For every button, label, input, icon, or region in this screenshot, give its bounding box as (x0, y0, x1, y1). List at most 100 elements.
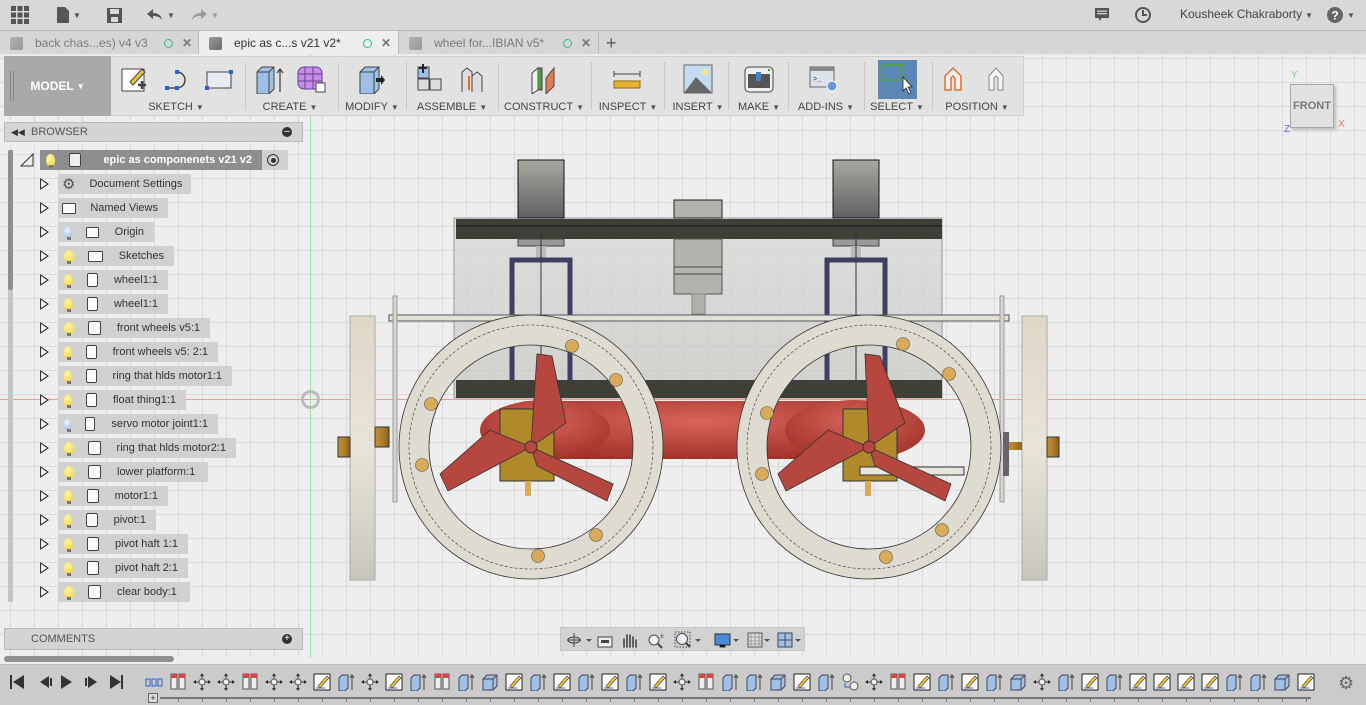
viewcube-face-front[interactable]: FRONT (1293, 100, 1331, 112)
timeline-move-icon[interactable] (217, 673, 235, 691)
timeline-extrude-icon[interactable] (1249, 673, 1267, 691)
timeline-box-icon[interactable] (769, 673, 787, 691)
expand-triangle-icon[interactable] (40, 490, 49, 502)
horizontal-scrollbar[interactable] (4, 656, 174, 662)
visibility-bulb-icon[interactable] (64, 346, 72, 360)
timeline-rigid-group-icon[interactable] (697, 673, 715, 691)
timeline-rigid-group-icon[interactable] (241, 673, 259, 691)
pan-icon[interactable] (623, 634, 637, 648)
display-settings-icon[interactable] (714, 633, 739, 648)
timeline-extrude-icon[interactable] (721, 673, 739, 691)
timeline-box-icon[interactable] (481, 673, 499, 691)
browser-scrollbar[interactable] (8, 150, 13, 602)
timeline-settings-gear-icon[interactable]: ⚙ (1338, 673, 1354, 694)
visibility-bulb-icon[interactable] (64, 370, 72, 384)
form-icon[interactable] (296, 64, 326, 94)
timeline-extrude-icon[interactable] (337, 673, 355, 691)
measure-icon[interactable] (612, 64, 642, 94)
timeline-extrude-icon[interactable] (1225, 673, 1243, 691)
visibility-bulb-icon[interactable] (64, 562, 74, 576)
visibility-bulb-icon[interactable] (64, 274, 73, 288)
timeline-sketch-icon[interactable] (913, 673, 931, 691)
timeline-extrude-icon[interactable] (817, 673, 835, 691)
browser-item[interactable]: pivot:1 (40, 510, 156, 530)
timeline-sketch-icon[interactable] (1297, 673, 1315, 691)
timeline-move-icon[interactable] (193, 673, 211, 691)
timeline-sketch-icon[interactable] (313, 673, 331, 691)
expand-triangle-icon[interactable] (40, 322, 49, 334)
visibility-bulb-icon[interactable] (64, 250, 74, 264)
visibility-bulb-icon[interactable] (64, 538, 74, 552)
expand-triangle-icon[interactable] (40, 274, 49, 286)
timeline-move-icon[interactable] (1033, 673, 1051, 691)
browser-item[interactable]: lower platform:1 (40, 462, 208, 482)
timeline-box-icon[interactable] (1009, 673, 1027, 691)
press-pull-icon[interactable] (356, 64, 386, 94)
select-button[interactable] (878, 60, 917, 99)
close-tab-icon[interactable]: ✕ (381, 36, 391, 50)
timeline-sketch-icon[interactable] (793, 673, 811, 691)
visibility-bulb-icon[interactable] (46, 154, 56, 168)
scripts-icon[interactable]: >_ (809, 64, 839, 94)
new-component-icon[interactable] (414, 64, 444, 94)
step-forward-icon[interactable] (85, 676, 97, 688)
timeline-extrude-icon[interactable] (577, 673, 595, 691)
joint-icon[interactable] (456, 64, 486, 94)
timeline-joint-icon[interactable] (841, 673, 859, 691)
collapse-browser-icon[interactable]: ◀◀ (11, 127, 25, 138)
expand-triangle-icon[interactable] (40, 298, 49, 310)
browser-item[interactable]: float thing1:1 (40, 390, 186, 410)
expand-triangle-icon[interactable] (40, 226, 49, 238)
timeline-extrude-icon[interactable] (745, 673, 763, 691)
capture-position-icon[interactable] (941, 64, 971, 94)
timeline-extrude-icon[interactable] (1057, 673, 1075, 691)
timeline-extrude-icon[interactable] (1105, 673, 1123, 691)
create-sketch-icon[interactable] (120, 64, 150, 94)
skip-to-end-icon[interactable] (110, 675, 123, 689)
browser-item[interactable]: ring that hlds motor1:1 (40, 366, 232, 386)
expand-triangle-icon[interactable] (40, 466, 49, 478)
expand-triangle-icon[interactable] (40, 178, 49, 190)
insert-menu[interactable]: INSERT ▼ (670, 101, 726, 113)
notifications-button[interactable] (1094, 5, 1110, 25)
visibility-bulb-icon[interactable] (64, 490, 73, 504)
timeline-extrude-icon[interactable] (985, 673, 1003, 691)
timeline-sketch-icon[interactable] (1081, 673, 1099, 691)
tab-wheel[interactable]: wheel for...IBIAN v5* ✕ (399, 31, 599, 55)
visibility-bulb-icon[interactable] (64, 514, 73, 528)
grid-settings-icon[interactable] (747, 632, 770, 648)
skip-to-start-icon[interactable] (10, 675, 24, 689)
save-button[interactable] (106, 5, 123, 25)
expand-triangle-icon[interactable] (40, 586, 49, 598)
timeline-move-icon[interactable] (865, 673, 883, 691)
file-menu-button[interactable]: ▼ (56, 5, 81, 25)
insert-image-icon[interactable] (683, 64, 713, 94)
sketch-menu[interactable]: SKETCH ▼ (116, 101, 236, 113)
browser-item[interactable]: pivot haft 1:1 (40, 534, 188, 554)
timeline-sketch-icon[interactable] (601, 673, 619, 691)
offset-plane-icon[interactable] (528, 64, 558, 94)
visibility-bulb-icon[interactable] (64, 466, 74, 480)
browser-item[interactable]: Named Views (40, 198, 168, 218)
toolbar-grip[interactable] (10, 71, 14, 101)
modify-menu[interactable]: MODIFY ▼ (342, 101, 402, 113)
visibility-bulb-icon[interactable] (64, 394, 73, 408)
step-back-icon[interactable] (40, 676, 52, 688)
construct-menu[interactable]: CONSTRUCT ▼ (504, 101, 584, 113)
timeline-extrude-icon[interactable] (937, 673, 955, 691)
expand-triangle-icon[interactable] (40, 538, 49, 550)
help-button[interactable]: ? ▼ (1326, 5, 1355, 25)
expand-triangle-icon[interactable] (40, 418, 49, 430)
expand-triangle-icon[interactable] (40, 370, 49, 382)
timeline-group-icon[interactable] (145, 673, 163, 691)
timeline-extrude-icon[interactable] (409, 673, 427, 691)
browser-item[interactable]: servo motor joint1:1 (40, 414, 218, 434)
timeline-box-icon[interactable] (1273, 673, 1291, 691)
browser-item[interactable]: wheel1:1 (40, 294, 168, 314)
timeline-sketch-icon[interactable] (961, 673, 979, 691)
viewcube[interactable]: FRONT (1290, 84, 1334, 128)
rectangle-icon[interactable] (204, 64, 234, 94)
tab-back-chassis[interactable]: back chas...es) v4 v3 ✕ (0, 31, 199, 55)
play-icon[interactable] (61, 675, 72, 689)
position-menu[interactable]: POSITION ▼ (937, 101, 1017, 113)
